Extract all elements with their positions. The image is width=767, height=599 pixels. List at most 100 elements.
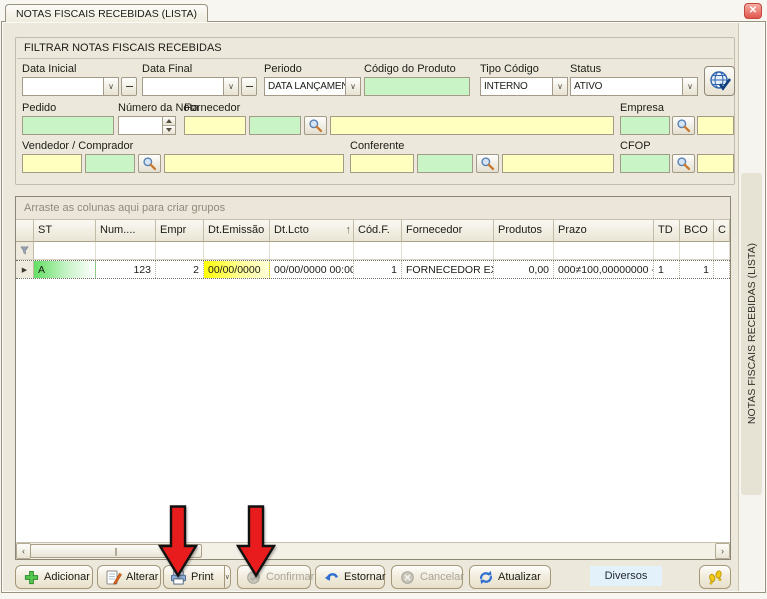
conferente-id-input[interactable] bbox=[417, 154, 473, 173]
numero-nota-stepper[interactable] bbox=[118, 116, 176, 135]
filter-cell[interactable] bbox=[34, 242, 96, 259]
column-header-prazo[interactable]: Prazo bbox=[554, 220, 654, 242]
spinner-down-icon[interactable] bbox=[163, 125, 175, 134]
data-final-combo[interactable]: ∨ bbox=[142, 77, 239, 96]
filter-cell[interactable] bbox=[204, 242, 270, 259]
steps-button[interactable] bbox=[699, 565, 731, 589]
chevron-down-icon: ∨ bbox=[225, 573, 230, 581]
horizontal-scrollbar[interactable]: ‹ ∥ › bbox=[16, 542, 730, 559]
data-final-clear-button[interactable] bbox=[241, 77, 257, 96]
cfop-label: CFOP bbox=[620, 140, 651, 152]
divider bbox=[17, 58, 733, 59]
vendedor-id-input[interactable] bbox=[85, 154, 135, 173]
filter-cell[interactable] bbox=[402, 242, 494, 259]
tab-notas-fiscais-recebidas[interactable]: NOTAS FISCAIS RECEBIDAS (LISTA) bbox=[5, 4, 208, 22]
side-tab-title: NOTAS FISCAIS RECEBIDAS (LISTA) bbox=[746, 243, 758, 424]
side-tab-notas-fiscais-recebidas[interactable]: NOTAS FISCAIS RECEBIDAS (LISTA) bbox=[741, 173, 762, 495]
status-value: ATIVO bbox=[571, 78, 682, 95]
cell-dt-lcto: 00/00/0000 00:00 bbox=[270, 261, 354, 278]
pedido-input[interactable] bbox=[22, 116, 114, 135]
filter-cell[interactable] bbox=[554, 242, 654, 259]
cell-td: 1 bbox=[654, 261, 680, 278]
column-header-dt-emissao[interactable]: Dt.Emissão bbox=[204, 220, 270, 242]
group-by-drop-zone[interactable]: Arraste as colunas aqui para criar grupo… bbox=[16, 197, 730, 220]
column-header-st[interactable]: ST bbox=[34, 220, 96, 242]
conferente-code-input[interactable] bbox=[350, 154, 414, 173]
grid-header-row: ST Num.... Empr Dt.Emissão Dt.Lcto ↑ Cód… bbox=[16, 220, 730, 242]
filter-cell[interactable] bbox=[156, 242, 204, 259]
tipo-codigo-combo[interactable]: INTERNO ∨ bbox=[480, 77, 568, 96]
filter-cell[interactable] bbox=[494, 242, 554, 259]
print-dropdown-button[interactable]: ∨ bbox=[224, 566, 230, 588]
fornecedor-name-input[interactable] bbox=[330, 116, 614, 135]
column-header-td[interactable]: TD bbox=[654, 220, 680, 242]
chevron-down-icon[interactable]: ∨ bbox=[223, 78, 238, 95]
data-inicial-clear-button[interactable] bbox=[121, 77, 137, 96]
filter-cell[interactable] bbox=[96, 242, 156, 259]
fornecedor-search-button[interactable] bbox=[304, 116, 327, 135]
column-header-bco[interactable]: BCO bbox=[680, 220, 714, 242]
empresa-search-button[interactable] bbox=[672, 116, 695, 135]
fornecedor-code-input[interactable] bbox=[184, 116, 246, 135]
filter-cell[interactable] bbox=[270, 242, 354, 259]
edit-note-icon bbox=[105, 569, 122, 585]
chevron-down-icon[interactable]: ∨ bbox=[552, 78, 567, 95]
apply-filter-button[interactable] bbox=[704, 66, 735, 96]
conferente-name-input[interactable] bbox=[502, 154, 614, 173]
status-combo[interactable]: ATIVO ∨ bbox=[570, 77, 698, 96]
row-indicator-icon: ▶ bbox=[22, 266, 27, 274]
estornar-button[interactable]: Estornar bbox=[315, 565, 385, 589]
close-button[interactable]: ✕ bbox=[744, 3, 762, 19]
spinner-buttons[interactable] bbox=[162, 117, 175, 134]
chevron-down-icon[interactable]: ∨ bbox=[682, 78, 697, 95]
periodo-value: DATA LANÇAMENTO bbox=[265, 78, 345, 95]
header-indicator-cell bbox=[16, 220, 34, 242]
column-header-c[interactable]: C bbox=[714, 220, 730, 242]
vendedor-name-input[interactable] bbox=[164, 154, 344, 173]
filter-cell[interactable] bbox=[654, 242, 680, 259]
codigo-produto-input[interactable] bbox=[364, 77, 470, 96]
column-header-dt-lcto[interactable]: Dt.Lcto ↑ bbox=[270, 220, 354, 242]
diversos-button[interactable]: Diversos bbox=[590, 566, 662, 586]
chevron-down-icon[interactable]: ∨ bbox=[345, 78, 360, 95]
minus-icon bbox=[126, 86, 133, 87]
table-row-selected[interactable]: ▶ A 123 2 00/00/0000 00/00/0000 00:00 1 … bbox=[16, 260, 730, 279]
notas-grid: Arraste as colunas aqui para criar grupo… bbox=[15, 196, 731, 560]
filter-cell[interactable] bbox=[354, 242, 402, 259]
scroll-left-button[interactable]: ‹ bbox=[16, 543, 31, 559]
column-header-empr[interactable]: Empr bbox=[156, 220, 204, 242]
empresa-name-input[interactable] bbox=[697, 116, 734, 135]
column-header-fornecedor[interactable]: Fornecedor bbox=[402, 220, 494, 242]
cell-dt-emissao: 00/00/0000 bbox=[204, 261, 270, 278]
adicionar-button[interactable]: Adicionar bbox=[15, 565, 93, 589]
tipo-codigo-label: Tipo Código bbox=[480, 63, 539, 75]
atualizar-button[interactable]: Atualizar bbox=[469, 565, 551, 589]
annotation-arrow-confirmar bbox=[236, 505, 276, 578]
conferente-search-button[interactable] bbox=[476, 154, 499, 173]
empresa-id-input[interactable] bbox=[620, 116, 670, 135]
pedido-label: Pedido bbox=[22, 102, 56, 114]
column-header-produtos[interactable]: Produtos bbox=[494, 220, 554, 242]
vendedor-code-input[interactable] bbox=[22, 154, 82, 173]
right-tab-strip: NOTAS FISCAIS RECEBIDAS (LISTA) bbox=[738, 23, 764, 591]
column-header-cod-f[interactable]: Cód.F. bbox=[354, 220, 402, 242]
plus-icon bbox=[23, 569, 40, 585]
filter-cell[interactable] bbox=[680, 242, 714, 259]
chevron-down-icon[interactable]: ∨ bbox=[103, 78, 118, 95]
cfop-id-input[interactable] bbox=[620, 154, 670, 173]
scroll-left-icon: ‹ bbox=[22, 546, 25, 556]
cfop-code-input[interactable] bbox=[697, 154, 734, 173]
cell-empr: 2 bbox=[156, 261, 204, 278]
spinner-up-icon[interactable] bbox=[163, 117, 175, 125]
cfop-search-button[interactable] bbox=[672, 154, 695, 173]
filter-row-indicator-cell bbox=[16, 242, 34, 259]
column-header-num[interactable]: Num.... bbox=[96, 220, 156, 242]
periodo-combo[interactable]: DATA LANÇAMENTO ∨ bbox=[264, 77, 361, 96]
vendedor-search-button[interactable] bbox=[138, 154, 161, 173]
filter-cell[interactable] bbox=[714, 242, 730, 259]
fornecedor-id-input[interactable] bbox=[249, 116, 301, 135]
footprints-icon bbox=[707, 569, 724, 585]
scroll-right-button[interactable]: › bbox=[715, 543, 730, 559]
alterar-button[interactable]: Alterar bbox=[97, 565, 161, 589]
data-inicial-combo[interactable]: ∨ bbox=[22, 77, 119, 96]
